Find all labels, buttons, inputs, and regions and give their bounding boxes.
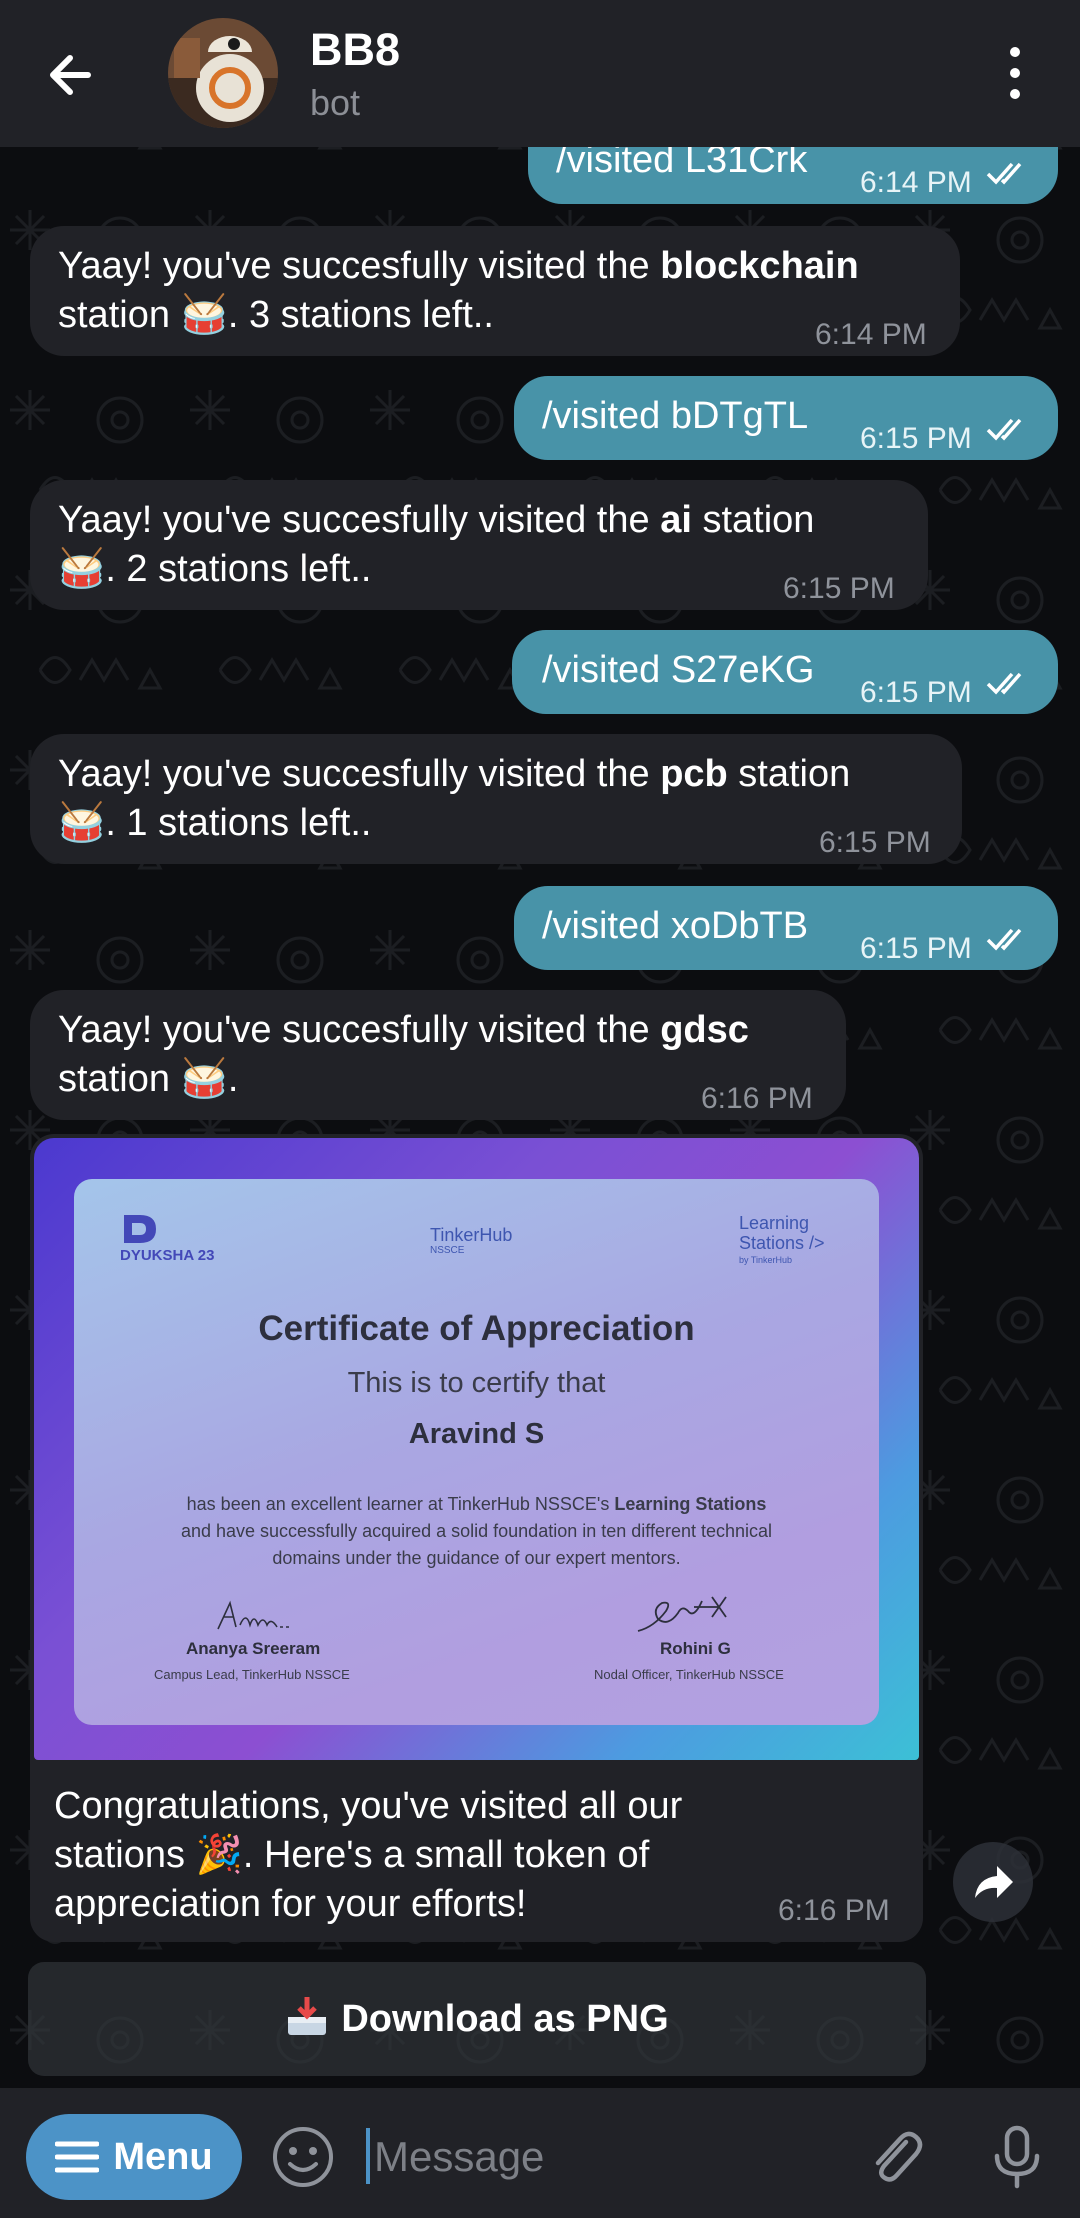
incoming-message[interactable]: Yaay! you've succesfully visited the ai … [30,480,928,610]
chat-subtitle: bot [310,82,361,123]
menu-label: Menu [113,2135,213,2178]
more-options-icon[interactable] [990,38,1040,108]
certificate-image[interactable]: DYUKSHA 23 TinkerHub NSSCE Learning Stat… [34,1138,919,1760]
double-check-icon [986,162,1022,185]
emoji-icon[interactable] [270,2124,336,2190]
signatory-right-role: Nodal Officer, TinkerHub NSSCE [594,1667,784,1682]
message-time: 6:15 PM [860,932,972,965]
message-text: Yaay! you've succesfully visited the [58,245,661,287]
double-check-icon [986,418,1022,441]
incoming-message[interactable]: Yaay! you've succesfully visited the pcb… [30,734,962,864]
tinkerhub-logo: TinkerHub [430,1225,513,1245]
message-text: 🥁. 1 stations left.. [58,802,372,844]
signature-right [637,1596,727,1632]
message-text: /visited S27eKG [542,649,815,691]
certificate-message[interactable]: DYUKSHA 23 TinkerHub NSSCE Learning Stat… [30,1134,923,1942]
station-name: ai [660,499,692,541]
double-check-icon [986,672,1022,695]
download-png-button[interactable]: Download as PNG [28,1962,926,2076]
message-time: 6:14 PM [815,318,927,351]
message-text: /visited xoDbTB [542,905,809,947]
message-text: /visited bDTgTL [542,395,809,437]
bot-menu-button[interactable]: Menu [26,2114,242,2200]
double-check-icon [986,928,1022,951]
message-time: 6:16 PM [701,1082,813,1115]
certificate-title: Certificate of Appreciation [258,1309,695,1348]
outgoing-message[interactable]: /visited xoDbTB 6:15 PM [514,886,1058,970]
message-caption: Congratulations, you've visited all our … [54,1785,683,1925]
avatar[interactable] [168,18,278,128]
signatory-right-name: Rohini G [660,1639,731,1658]
signatory-left-name: Ananya Sreeram [186,1639,321,1658]
message-composer: Menu [0,2088,1080,2218]
message-text: 🥁. 2 stations left.. [58,548,372,590]
learning-stations-logo: Learning [739,1213,810,1233]
outgoing-message[interactable]: /visited bDTgTL 6:15 PM [514,376,1058,460]
download-button-label: Download as PNG [341,1997,669,2040]
share-arrow-icon [975,1866,1013,1898]
back-arrow-icon[interactable] [36,40,106,110]
dyuksha-logo-icon [124,1215,156,1243]
inbox-tray-icon [288,1997,327,2035]
share-button[interactable] [953,1842,1033,1922]
message-time: 6:15 PM [783,572,895,605]
message-input[interactable] [372,2120,836,2194]
certificate-body: DYUKSHA 23 TinkerHub NSSCE Learning Stat… [74,1179,879,1725]
station-name: blockchain [660,245,859,287]
outgoing-message[interactable]: /visited S27eKG 6:15 PM [512,630,1058,714]
message-time: 6:14 PM [860,166,972,199]
recipient-name: Aravind S [408,1418,545,1450]
text-cursor [366,2128,370,2184]
message-time: 6:15 PM [860,422,972,455]
message-text: Yaay! you've succesfully visited the [58,1009,661,1051]
message-text: station 🥁. 3 stations left.. [58,294,494,336]
message-text: Yaay! you've succesfully visited the [58,753,661,795]
message-time: 6:15 PM [860,676,972,709]
signatory-left-role: Campus Lead, TinkerHub NSSCE [154,1667,350,1682]
certificate-subtitle: This is to certify that [347,1367,606,1399]
station-name: gdsc [660,1009,749,1051]
message-text: station 🥁. [58,1058,239,1100]
incoming-message[interactable]: Yaay! you've succesfully visited the gds… [30,990,846,1120]
dyuksha-logo-text: DYUKSHA 23 [120,1247,215,1264]
chat-title: BB8 [310,24,401,75]
certificate-description: has been an excellent learner at TinkerH… [180,1494,773,1568]
microphone-icon[interactable] [982,2122,1052,2192]
hamburger-icon [55,2141,100,2173]
signature-left [217,1600,289,1630]
station-name: pcb [660,753,728,795]
message-text: Yaay! you've succesfully visited the [58,499,661,541]
message-time: 6:15 PM [819,826,931,859]
message-time: 6:16 PM [778,1894,890,1927]
incoming-message[interactable]: Yaay! you've succesfully visited the blo… [30,226,960,356]
paperclip-icon[interactable] [860,2122,930,2192]
chat-header: BB8 bot [0,0,1080,147]
